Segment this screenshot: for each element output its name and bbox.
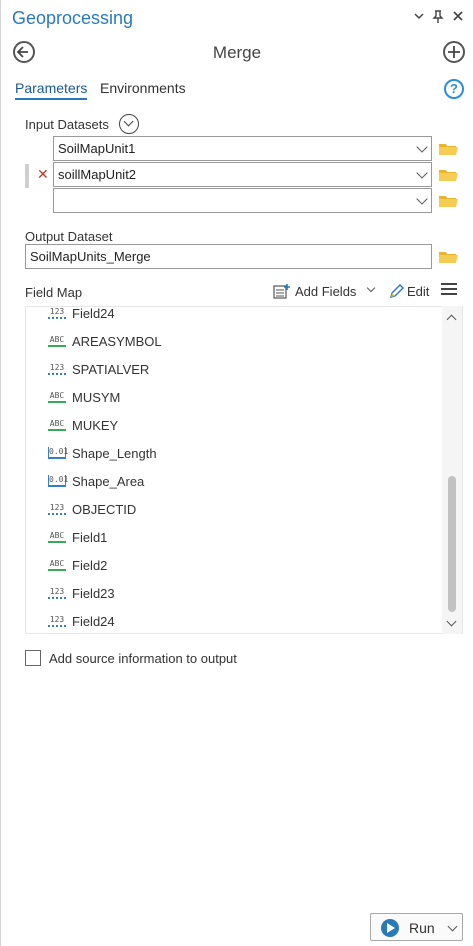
dropdown-chevron-icon: [416, 193, 428, 205]
pane-title-bar: Geoprocessing: [1, 0, 473, 36]
pane-title: Geoprocessing: [12, 8, 134, 28]
field-name: MUKEY: [72, 417, 119, 433]
run-label: Run: [409, 920, 435, 936]
input-dataset-value: soillMapUnit2: [58, 167, 137, 182]
field-name: SPATIALVER: [72, 361, 150, 377]
scrollbar-thumb[interactable]: [448, 476, 456, 612]
close-icon[interactable]: [450, 10, 466, 26]
add-source-info-checkbox[interactable]: [25, 650, 41, 666]
field-name: Shape_Length: [72, 445, 157, 461]
field-map-list[interactable]: 123 Field24 ABC AREASYMBOL 123 SPATIALVE…: [25, 306, 463, 634]
plus-icon: [448, 46, 460, 58]
list-item[interactable]: 123 OBJECTID: [48, 499, 136, 519]
dropdown-chevron-icon: [416, 167, 428, 179]
list-item[interactable]: ABC MUKEY: [48, 415, 118, 435]
field-name: Field1: [72, 529, 108, 545]
geoprocessing-pane: Geoprocessing Merge Parameters Environme…: [0, 0, 474, 946]
list-item[interactable]: 123 Field23: [48, 583, 115, 603]
list-item[interactable]: ABC Field2: [48, 555, 107, 575]
add-button[interactable]: [443, 41, 465, 63]
number-field-icon: 123: [48, 363, 66, 375]
text-field-icon: ABC: [48, 391, 66, 403]
tab-environments[interactable]: Environments: [100, 80, 186, 96]
add-source-info-label: Add source information to output: [49, 651, 237, 666]
help-icon[interactable]: ?: [444, 79, 464, 99]
scroll-up-icon[interactable]: [446, 314, 457, 325]
input-dataset-value: SoilMapUnit1: [58, 141, 136, 156]
input-datasets-label: Input Datasets: [25, 117, 109, 132]
list-item[interactable]: 123 Field24: [48, 611, 115, 631]
add-fields-label: Add Fields: [295, 284, 357, 299]
list-item[interactable]: 123 Field24: [48, 306, 115, 323]
folder-icon[interactable]: [439, 250, 458, 264]
play-icon: [381, 919, 399, 937]
add-fields-icon: [273, 284, 290, 299]
run-options-chevron-icon[interactable]: [447, 921, 458, 932]
number-field-icon: 123: [48, 307, 66, 319]
folder-icon[interactable]: [439, 142, 458, 156]
dropdown-chevron-icon: [416, 141, 428, 153]
field-name: Shape_Area: [72, 473, 145, 489]
input-dataset-field-3[interactable]: [53, 188, 432, 213]
edit-label: Edit: [407, 284, 430, 299]
list-item[interactable]: 0.01 Shape_Area: [48, 471, 144, 491]
remove-row-icon[interactable]: ✕: [37, 166, 49, 183]
tool-header: Merge: [1, 36, 473, 70]
folder-icon[interactable]: [439, 194, 458, 208]
field-name: Field23: [72, 585, 115, 601]
scroll-down-icon[interactable]: [446, 616, 457, 627]
text-field-icon: ABC: [48, 335, 66, 347]
tab-parameters[interactable]: Parameters: [15, 80, 88, 100]
text-field-icon: ABC: [48, 531, 66, 543]
folder-icon[interactable]: [439, 168, 458, 182]
field-name: Field2: [72, 557, 108, 573]
add-fields-chevron-icon: [366, 283, 376, 293]
double-field-icon: 0.01: [48, 475, 68, 487]
output-dataset-field[interactable]: SoilMapUnits_Merge: [25, 244, 432, 269]
field-name: OBJECTID: [72, 501, 137, 517]
list-item[interactable]: ABC Field1: [48, 527, 107, 547]
field-name: Field24: [72, 306, 115, 321]
input-dataset-field-2[interactable]: soillMapUnit2: [53, 162, 432, 187]
field-map-label: Field Map: [25, 285, 83, 300]
field-name: AREASYMBOL: [72, 333, 162, 349]
row-drag-handle[interactable]: [25, 164, 29, 188]
menu-icon[interactable]: [441, 282, 457, 299]
list-item[interactable]: ABC MUSYM: [48, 387, 120, 407]
pencil-icon: [390, 284, 404, 298]
expand-chevron-icon[interactable]: [119, 114, 139, 134]
output-dataset-label: Output Dataset: [25, 229, 113, 244]
field-list-scrollbar[interactable]: [442, 306, 462, 634]
text-field-icon: ABC: [48, 419, 66, 431]
tool-title: Merge: [212, 43, 262, 62]
number-field-icon: 123: [48, 615, 66, 627]
output-dataset-value: SoilMapUnits_Merge: [30, 249, 151, 264]
list-item[interactable]: ABC AREASYMBOL: [48, 331, 162, 351]
field-name: Field24: [72, 613, 115, 629]
list-item[interactable]: 123 SPATIALVER: [48, 359, 149, 379]
number-field-icon: 123: [48, 503, 66, 515]
text-field-icon: ABC: [48, 559, 66, 571]
pane-options-chevron-icon[interactable]: [411, 10, 427, 26]
list-item[interactable]: 0.01 Shape_Length: [48, 443, 157, 463]
field-name: MUSYM: [72, 389, 121, 405]
double-field-icon: 0.01: [48, 447, 68, 459]
number-field-icon: 123: [48, 587, 66, 599]
run-button[interactable]: Run: [370, 913, 463, 941]
input-dataset-field-1[interactable]: SoilMapUnit1: [53, 136, 432, 161]
pin-icon[interactable]: [430, 10, 446, 26]
